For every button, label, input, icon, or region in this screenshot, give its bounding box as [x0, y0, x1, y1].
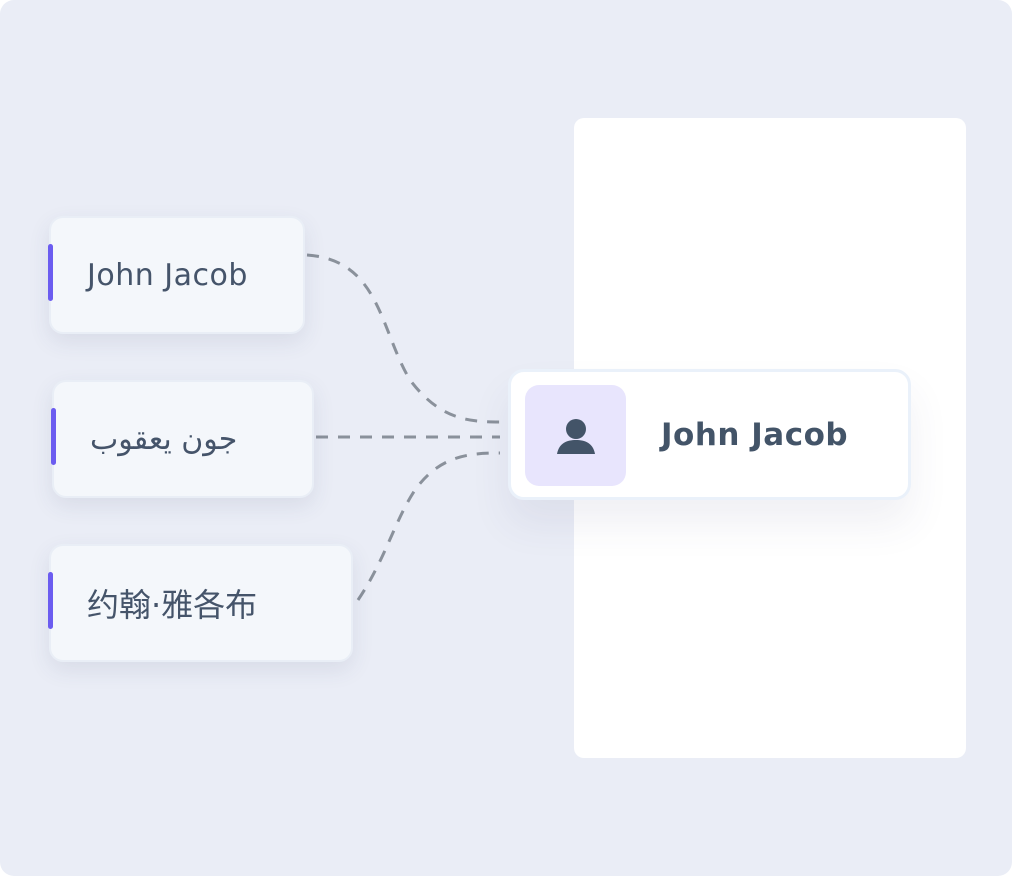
source-name-card-chinese: 约翰·雅各布 — [48, 544, 353, 662]
avatar — [525, 385, 626, 486]
accent-bar — [51, 408, 56, 465]
accent-bar — [48, 572, 53, 629]
target-name-card: John Jacob — [508, 369, 911, 500]
accent-bar — [48, 244, 53, 301]
source-name-label: جون يعقوب — [90, 421, 238, 457]
target-name-label: John Jacob — [661, 416, 849, 453]
source-name-label: John Jacob — [87, 257, 248, 293]
source-name-label: 约翰·雅各布 — [87, 586, 258, 624]
user-icon — [556, 418, 595, 454]
source-name-card-latin: John Jacob — [48, 216, 305, 334]
source-name-card-arabic: جون يعقوب — [51, 380, 314, 498]
